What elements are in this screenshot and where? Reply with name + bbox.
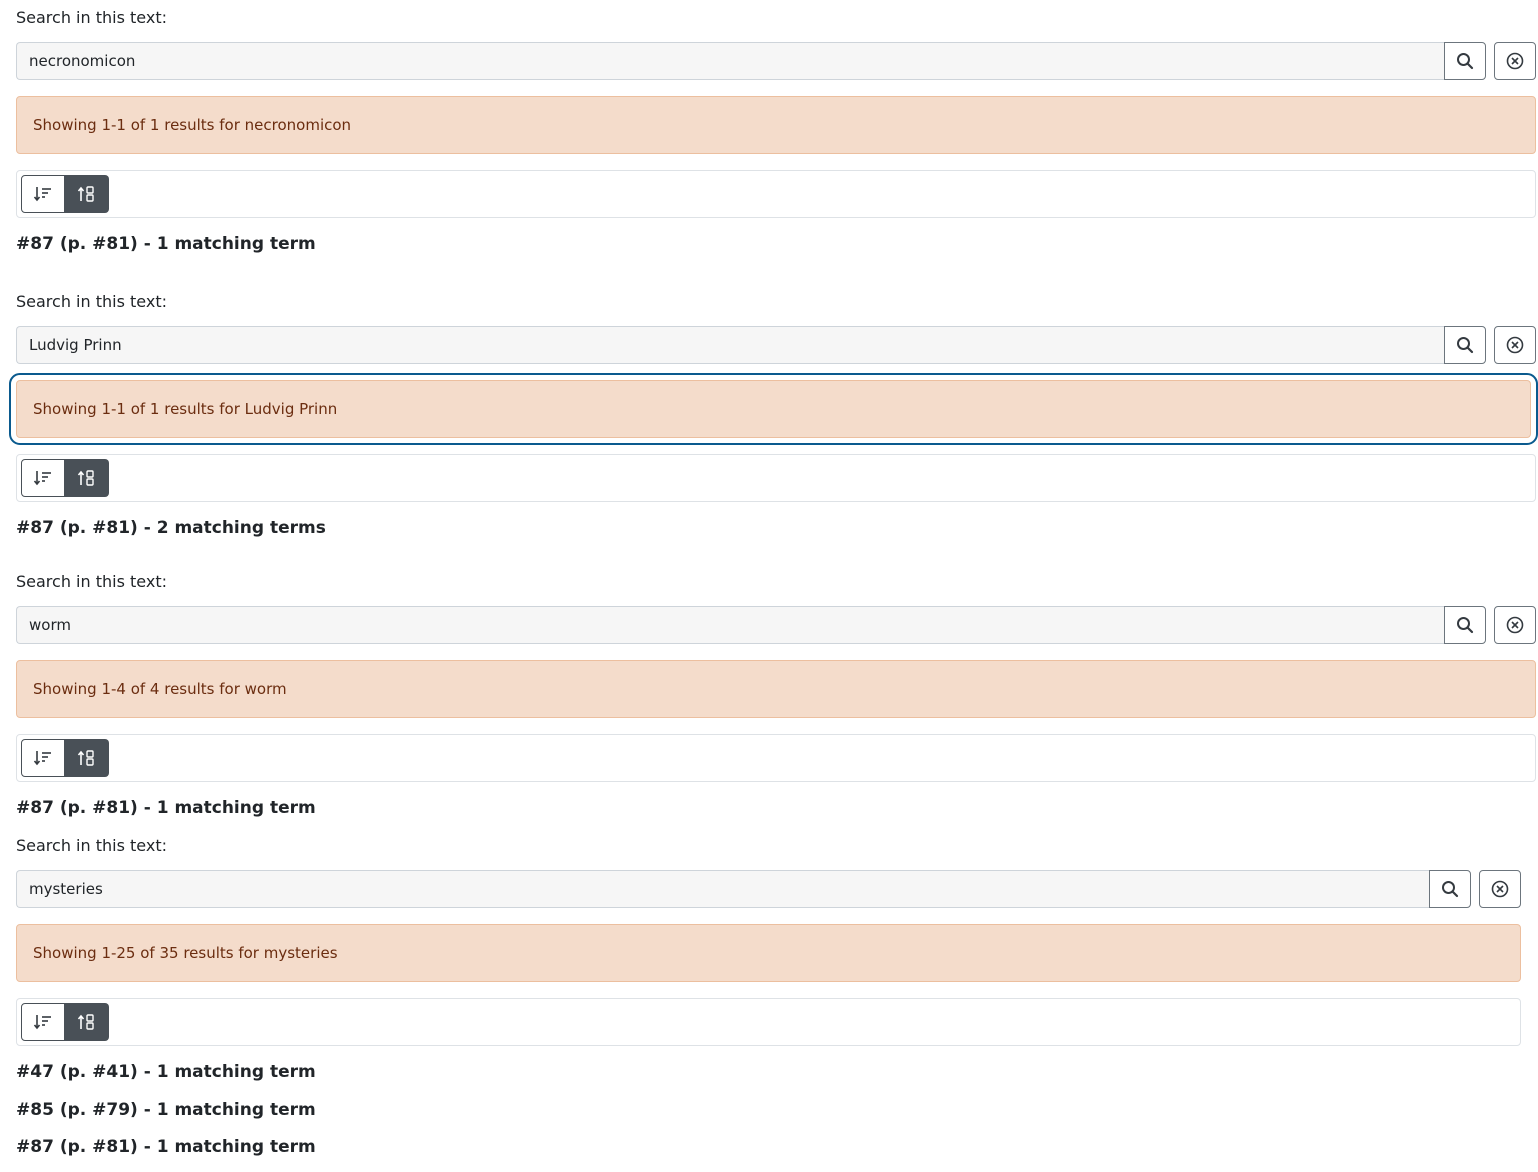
sort-descending-button[interactable] (21, 739, 65, 777)
clear-circle-icon (1506, 336, 1524, 354)
search-label: Search in this text: (16, 292, 167, 311)
search-button[interactable] (1444, 42, 1486, 80)
sort-toolbar (16, 998, 1521, 1046)
clear-circle-icon (1491, 880, 1509, 898)
sort-button-group (21, 175, 109, 213)
clear-search-button[interactable] (1494, 606, 1536, 644)
sort-descending-button[interactable] (21, 1003, 65, 1041)
sort-ascending-icon (77, 750, 94, 766)
results-status-alert: Showing 1-1 of 1 results for Ludvig Prin… (9, 373, 1538, 445)
sort-ascending-icon (77, 186, 94, 202)
sort-descending-icon (33, 187, 51, 202)
search-input[interactable] (16, 606, 1444, 644)
search-input[interactable] (16, 42, 1444, 80)
sort-toolbar (16, 734, 1536, 782)
clear-search-button[interactable] (1494, 326, 1536, 364)
sort-button-group (21, 1003, 109, 1041)
sort-ascending-button[interactable] (65, 459, 109, 497)
search-input[interactable] (16, 326, 1444, 364)
result-item[interactable]: #87 (p. #81) - 1 matching term (16, 797, 316, 819)
results-status-alert: Showing 1-25 of 35 results for mysteries (16, 924, 1521, 982)
search-input-group (16, 606, 1536, 644)
search-input-group (16, 42, 1536, 80)
sort-ascending-icon (77, 1014, 94, 1030)
sort-button-group (21, 459, 109, 497)
sort-descending-icon (33, 1015, 51, 1030)
search-button[interactable] (1429, 870, 1471, 908)
result-item[interactable]: #87 (p. #81) - 1 matching term (16, 1136, 316, 1158)
sort-descending-icon (33, 471, 51, 486)
sort-button-group (21, 739, 109, 777)
results-status-alert: Showing 1-4 of 4 results for worm (16, 660, 1536, 718)
result-item[interactable]: #87 (p. #81) - 2 matching terms (16, 517, 326, 539)
result-item[interactable]: #87 (p. #81) - 1 matching term (16, 233, 316, 255)
search-input[interactable] (16, 870, 1429, 908)
clear-circle-icon (1506, 52, 1524, 70)
clear-search-button[interactable] (1479, 870, 1521, 908)
sort-descending-button[interactable] (21, 459, 65, 497)
search-icon (1457, 617, 1474, 634)
result-item[interactable]: #47 (p. #41) - 1 matching term (16, 1061, 316, 1083)
sort-toolbar (16, 170, 1536, 218)
sort-ascending-button[interactable] (65, 175, 109, 213)
clear-circle-icon (1506, 616, 1524, 634)
search-label: Search in this text: (16, 836, 167, 855)
sort-ascending-button[interactable] (65, 739, 109, 777)
search-label: Search in this text: (16, 8, 167, 27)
results-status-alert: Showing 1-1 of 1 results for necronomico… (16, 96, 1536, 154)
sort-ascending-icon (77, 470, 94, 486)
search-button[interactable] (1444, 606, 1486, 644)
clear-search-button[interactable] (1494, 42, 1536, 80)
search-label: Search in this text: (16, 572, 167, 591)
search-input-group (16, 326, 1536, 364)
result-item[interactable]: #85 (p. #79) - 1 matching term (16, 1099, 316, 1121)
search-icon (1457, 53, 1474, 70)
search-icon (1457, 337, 1474, 354)
sort-descending-button[interactable] (21, 175, 65, 213)
search-input-group (16, 870, 1521, 908)
search-button[interactable] (1444, 326, 1486, 364)
sort-toolbar (16, 454, 1536, 502)
sort-ascending-button[interactable] (65, 1003, 109, 1041)
sort-descending-icon (33, 751, 51, 766)
search-icon (1442, 881, 1459, 898)
